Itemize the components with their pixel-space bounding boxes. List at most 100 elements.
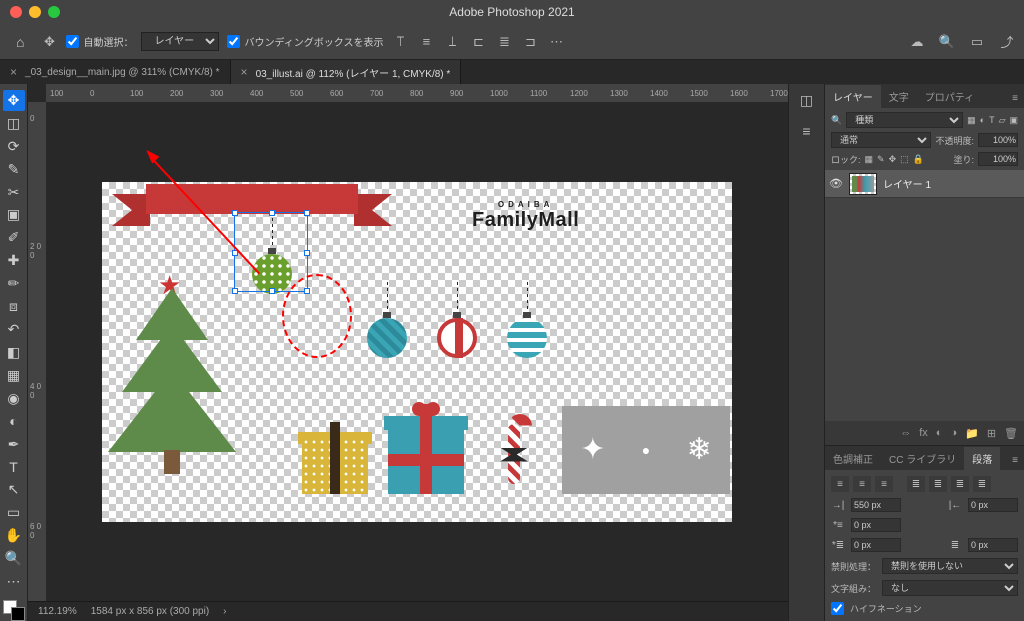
tab-paragraph[interactable]: 段落 bbox=[964, 447, 1000, 470]
document-tab-2[interactable]: × 03_illust.ai @ 112% (レイヤー 1, CMYK/8) * bbox=[231, 60, 462, 84]
link-layers-icon[interactable]: ⇔ bbox=[900, 427, 911, 439]
align-top-icon[interactable]: ⟙ bbox=[391, 33, 409, 51]
filter-adjust-icon[interactable]: ◐ bbox=[980, 115, 985, 125]
close-icon[interactable]: × bbox=[241, 65, 248, 79]
path-select-tool[interactable]: ↖ bbox=[3, 479, 25, 500]
filter-type-icon[interactable]: T bbox=[989, 115, 995, 125]
align-right-icon[interactable]: ≡ bbox=[875, 476, 893, 492]
new-group-icon[interactable]: 📁 bbox=[965, 427, 979, 440]
move-tool[interactable]: ✥ bbox=[3, 90, 25, 111]
filter-shape-icon[interactable]: ▱ bbox=[999, 115, 1006, 126]
indent-first-input[interactable] bbox=[851, 518, 901, 532]
document-tab-1[interactable]: × _03_design__main.jpg @ 311% (CMYK/8) * bbox=[0, 60, 231, 84]
filter-pixel-icon[interactable]: ▦ bbox=[967, 115, 976, 126]
distribute-icon[interactable]: ⋯ bbox=[547, 33, 565, 51]
crop-tool[interactable]: ✂ bbox=[3, 182, 25, 203]
align-center-icon[interactable]: ≡ bbox=[853, 476, 871, 492]
home-icon[interactable]: ⌂ bbox=[8, 30, 32, 54]
healing-tool[interactable]: ✚ bbox=[3, 250, 25, 271]
panel-menu-icon[interactable]: ≡ bbox=[1006, 89, 1024, 108]
tab-properties[interactable]: プロパティ bbox=[917, 85, 982, 108]
color-swatches[interactable] bbox=[3, 600, 25, 621]
window-minimize-button[interactable] bbox=[29, 6, 41, 18]
dock-icon-2[interactable]: ≡ bbox=[802, 123, 810, 139]
artboard[interactable]: ODAIBA FamilyMall ★ bbox=[102, 182, 732, 522]
opacity-input[interactable] bbox=[978, 133, 1018, 147]
justify-center-icon[interactable]: ≣ bbox=[929, 476, 947, 492]
blur-tool[interactable]: ◉ bbox=[3, 388, 25, 409]
bounding-box-checkbox[interactable]: バウンディングボックスを表示 bbox=[227, 34, 383, 49]
indent-right-input[interactable] bbox=[968, 498, 1018, 512]
tab-cclibraries[interactable]: CC ライブラリ bbox=[881, 447, 964, 470]
align-left-icon[interactable]: ⊏ bbox=[469, 33, 487, 51]
layer-mask-icon[interactable]: ◐ bbox=[936, 427, 943, 439]
kinsoku-dropdown[interactable]: 禁則を使用しない bbox=[882, 558, 1018, 574]
dock-icon-1[interactable]: ◫ bbox=[800, 92, 813, 109]
layer-thumbnail[interactable] bbox=[849, 173, 877, 195]
visibility-toggle-icon[interactable]: 👁 bbox=[829, 177, 843, 190]
justify-left-icon[interactable]: ≣ bbox=[907, 476, 925, 492]
stamp-tool[interactable]: ⧈ bbox=[3, 296, 25, 317]
window-close-button[interactable] bbox=[10, 6, 22, 18]
align-left-icon[interactable]: ≡ bbox=[831, 476, 849, 492]
zoom-level[interactable]: 112.19% bbox=[38, 606, 77, 617]
lock-position-icon[interactable]: ✥ bbox=[889, 154, 897, 165]
layer-row[interactable]: 👁 レイヤー 1 bbox=[825, 170, 1024, 198]
indent-left-input[interactable] bbox=[851, 498, 901, 512]
justify-right-icon[interactable]: ≣ bbox=[951, 476, 969, 492]
lasso-tool[interactable]: ⟳ bbox=[3, 136, 25, 157]
layer-filter-dropdown[interactable]: 種類 bbox=[846, 112, 963, 128]
lock-transparency-icon[interactable]: ▦ bbox=[865, 154, 874, 165]
type-tool[interactable]: T bbox=[3, 457, 25, 478]
background-color[interactable] bbox=[11, 607, 25, 621]
align-bottom-icon[interactable]: ⟘ bbox=[443, 33, 461, 51]
workspace-icon[interactable]: ▭ bbox=[968, 33, 986, 51]
brush-tool[interactable]: ✏ bbox=[3, 273, 25, 294]
delete-layer-icon[interactable]: 🗑 bbox=[1004, 427, 1018, 440]
layer-fx-icon[interactable]: fx bbox=[919, 427, 928, 439]
tab-adjustments[interactable]: 色調補正 bbox=[825, 447, 881, 470]
history-brush-tool[interactable]: ↶ bbox=[3, 319, 25, 340]
share-icon[interactable]: ⤴ bbox=[998, 33, 1016, 51]
cloud-icon[interactable]: ☁ bbox=[908, 33, 926, 51]
lock-all-icon[interactable]: 🔒 bbox=[913, 154, 924, 165]
align-right-icon[interactable]: ⊐ bbox=[521, 33, 539, 51]
new-layer-icon[interactable]: ⊞ bbox=[987, 427, 996, 440]
pen-tool[interactable]: ✒ bbox=[3, 434, 25, 455]
frame-tool[interactable]: ▣ bbox=[3, 205, 25, 226]
space-before-input[interactable] bbox=[851, 538, 901, 552]
hand-tool[interactable]: ✋ bbox=[3, 525, 25, 546]
adjustment-layer-icon[interactable]: ◑ bbox=[950, 427, 957, 439]
search-icon[interactable]: 🔍 bbox=[938, 33, 956, 51]
close-icon[interactable]: × bbox=[10, 65, 17, 79]
hyphenation-checkbox[interactable]: ハイフネーション bbox=[831, 602, 1018, 615]
zoom-tool[interactable]: 🔍 bbox=[3, 548, 25, 569]
vertical-ruler[interactable]: 0 2 0 0 4 0 0 6 0 0 bbox=[28, 102, 46, 601]
justify-all-icon[interactable]: ≣ bbox=[973, 476, 991, 492]
align-vcenter-icon[interactable]: ≡ bbox=[417, 33, 435, 51]
shape-tool[interactable]: ▭ bbox=[3, 502, 25, 523]
dodge-tool[interactable]: ◐ bbox=[3, 411, 25, 432]
auto-select-dropdown[interactable]: レイヤー bbox=[141, 32, 219, 51]
window-maximize-button[interactable] bbox=[48, 6, 60, 18]
quick-select-tool[interactable]: ✎ bbox=[3, 159, 25, 180]
marquee-tool[interactable]: ◫ bbox=[3, 113, 25, 134]
canvas-viewport[interactable]: ODAIBA FamilyMall ★ bbox=[46, 102, 788, 601]
space-after-input[interactable] bbox=[968, 538, 1018, 552]
lock-paint-icon[interactable]: ✎ bbox=[877, 154, 885, 165]
fill-input[interactable] bbox=[978, 152, 1018, 166]
filter-smart-icon[interactable]: ▣ bbox=[1009, 115, 1018, 126]
layer-name[interactable]: レイヤー 1 bbox=[883, 176, 931, 191]
tab-layers[interactable]: レイヤー bbox=[825, 85, 881, 108]
auto-select-checkbox[interactable]: 自動選択： bbox=[66, 34, 133, 49]
selection-bounding-box[interactable] bbox=[234, 212, 308, 292]
lock-artboard-icon[interactable]: ⬚ bbox=[900, 154, 909, 165]
status-chevron-icon[interactable]: › bbox=[223, 606, 226, 617]
eyedropper-tool[interactable]: ✐ bbox=[3, 227, 25, 248]
align-hcenter-icon[interactable]: ≣ bbox=[495, 33, 513, 51]
horizontal-ruler[interactable]: 100 0 100 200 300 400 500 600 700 800 90… bbox=[46, 84, 788, 102]
mojikumi-dropdown[interactable]: なし bbox=[882, 580, 1018, 596]
eraser-tool[interactable]: ◧ bbox=[3, 342, 25, 363]
gradient-tool[interactable]: ▦ bbox=[3, 365, 25, 386]
blend-mode-dropdown[interactable]: 通常 bbox=[831, 132, 931, 148]
